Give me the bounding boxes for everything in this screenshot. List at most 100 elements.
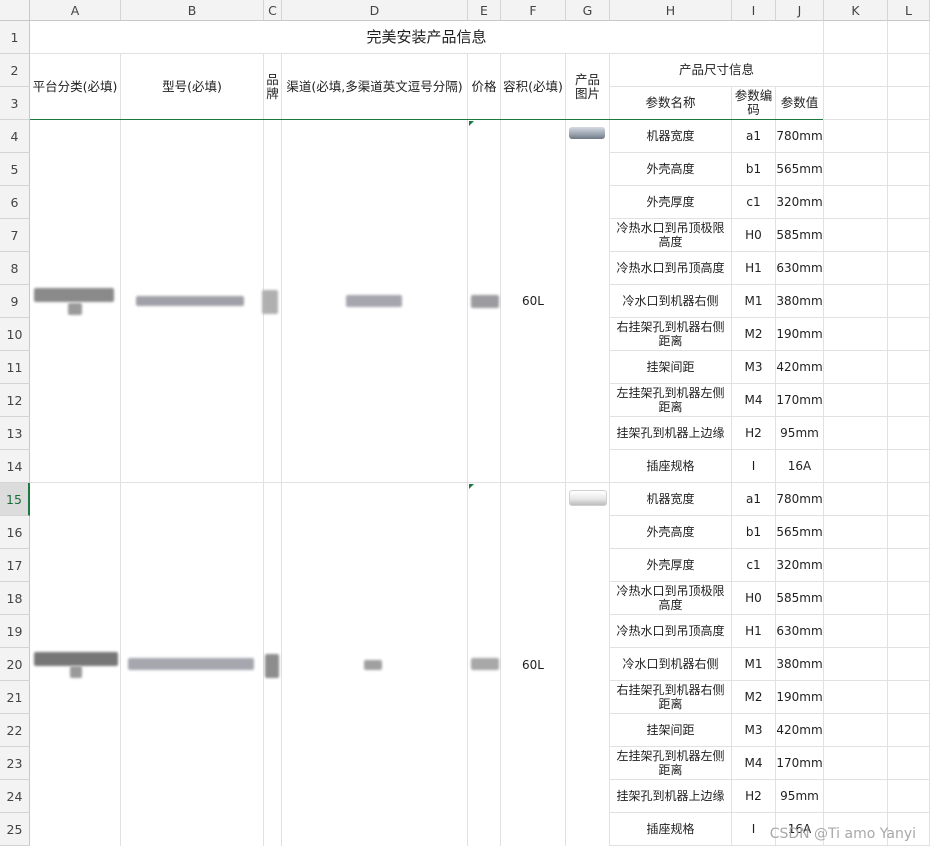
empty-cell[interactable] (824, 516, 888, 549)
header-volume[interactable]: 容积(必填) (501, 54, 566, 120)
row-header-22[interactable]: 22 (0, 714, 30, 747)
cell-k3[interactable] (824, 87, 888, 120)
param-code-cell[interactable]: H0 (732, 219, 776, 252)
row-header-14[interactable]: 14 (0, 450, 30, 483)
header-brand[interactable]: 品牌 (264, 54, 282, 120)
row-header-9[interactable]: 9 (0, 285, 30, 318)
cell-volume-1[interactable]: 60L (501, 120, 566, 483)
row-header-24[interactable]: 24 (0, 780, 30, 813)
param-value-cell[interactable]: 170mm (776, 747, 824, 780)
empty-cell[interactable] (824, 780, 888, 813)
empty-cell[interactable] (888, 483, 930, 516)
empty-cell[interactable] (824, 483, 888, 516)
param-code-cell[interactable]: H1 (732, 615, 776, 648)
empty-cell[interactable] (888, 582, 930, 615)
cell-k1[interactable] (824, 21, 888, 54)
empty-cell[interactable] (824, 285, 888, 318)
param-value-cell[interactable]: 630mm (776, 252, 824, 285)
empty-cell[interactable] (888, 747, 930, 780)
row-header-23[interactable]: 23 (0, 747, 30, 780)
cell-image-1[interactable] (566, 120, 610, 483)
row-header-20[interactable]: 20 (0, 648, 30, 681)
empty-cell[interactable] (824, 747, 888, 780)
param-code-cell[interactable]: M2 (732, 681, 776, 714)
column-header-b[interactable]: B (121, 0, 264, 21)
param-code-cell[interactable]: H1 (732, 252, 776, 285)
empty-cell[interactable] (888, 549, 930, 582)
param-name-cell[interactable]: 挂架间距 (610, 351, 732, 384)
param-name-cell[interactable]: 机器宽度 (610, 120, 732, 153)
row-header-1[interactable]: 1 (0, 21, 30, 54)
column-header-i[interactable]: I (732, 0, 776, 21)
header-param-code[interactable]: 参数编码 (732, 87, 776, 120)
param-name-cell[interactable]: 插座规格 (610, 450, 732, 483)
param-code-cell[interactable]: M4 (732, 747, 776, 780)
param-code-cell[interactable]: I (732, 450, 776, 483)
row-header-19[interactable]: 19 (0, 615, 30, 648)
empty-cell[interactable] (888, 153, 930, 186)
select-all-corner[interactable] (0, 0, 30, 21)
column-header-g[interactable]: G (566, 0, 610, 21)
row-header-13[interactable]: 13 (0, 417, 30, 450)
empty-cell[interactable] (888, 351, 930, 384)
param-code-cell[interactable]: M4 (732, 384, 776, 417)
param-name-cell[interactable]: 左挂架孔到机器左侧距离 (610, 747, 732, 780)
cell-k2[interactable] (824, 54, 888, 87)
param-name-cell[interactable]: 外壳厚度 (610, 186, 732, 219)
product-thumbnail-1[interactable] (569, 127, 605, 139)
cell-l1[interactable] (888, 21, 930, 54)
empty-cell[interactable] (824, 186, 888, 219)
column-header-l[interactable]: L (888, 0, 930, 21)
row-header-18[interactable]: 18 (0, 582, 30, 615)
empty-cell[interactable] (824, 351, 888, 384)
param-name-cell[interactable]: 外壳高度 (610, 153, 732, 186)
row-header-10[interactable]: 10 (0, 318, 30, 351)
empty-cell[interactable] (824, 549, 888, 582)
empty-cell[interactable] (824, 384, 888, 417)
empty-cell[interactable] (824, 681, 888, 714)
empty-cell[interactable] (824, 714, 888, 747)
param-code-cell[interactable]: a1 (732, 483, 776, 516)
empty-cell[interactable] (824, 120, 888, 153)
param-code-cell[interactable]: M3 (732, 714, 776, 747)
param-code-cell[interactable]: b1 (732, 516, 776, 549)
column-header-h[interactable]: H (610, 0, 732, 21)
empty-cell[interactable] (824, 318, 888, 351)
param-code-cell[interactable]: M2 (732, 318, 776, 351)
empty-cell[interactable] (888, 450, 930, 483)
param-value-cell[interactable]: 380mm (776, 648, 824, 681)
empty-cell[interactable] (888, 681, 930, 714)
param-value-cell[interactable]: 585mm (776, 219, 824, 252)
param-value-cell[interactable]: 170mm (776, 384, 824, 417)
param-value-cell[interactable]: 780mm (776, 120, 824, 153)
row-header-21[interactable]: 21 (0, 681, 30, 714)
param-value-cell[interactable]: 320mm (776, 549, 824, 582)
empty-cell[interactable] (888, 714, 930, 747)
empty-cell[interactable] (888, 318, 930, 351)
param-name-cell[interactable]: 外壳厚度 (610, 549, 732, 582)
header-size-info[interactable]: 产品尺寸信息 (610, 54, 824, 87)
param-value-cell[interactable]: 95mm (776, 417, 824, 450)
param-name-cell[interactable]: 冷水口到机器右侧 (610, 648, 732, 681)
param-name-cell[interactable]: 外壳高度 (610, 516, 732, 549)
empty-cell[interactable] (888, 417, 930, 450)
empty-cell[interactable] (888, 615, 930, 648)
row-header-15[interactable]: 15 (0, 483, 30, 516)
param-value-cell[interactable]: 780mm (776, 483, 824, 516)
product-thumbnail-2[interactable] (569, 490, 607, 506)
row-header-8[interactable]: 8 (0, 252, 30, 285)
empty-cell[interactable] (888, 186, 930, 219)
param-name-cell[interactable]: 冷热水口到吊顶极限高度 (610, 582, 732, 615)
sheet-title-cell[interactable]: 完美安装产品信息 (30, 21, 824, 54)
empty-cell[interactable] (888, 780, 930, 813)
row-header-12[interactable]: 12 (0, 384, 30, 417)
empty-cell[interactable] (824, 615, 888, 648)
column-header-a[interactable]: A (30, 0, 121, 21)
empty-cell[interactable] (888, 648, 930, 681)
param-value-cell[interactable]: 190mm (776, 681, 824, 714)
empty-cell[interactable] (824, 153, 888, 186)
empty-cell[interactable] (824, 417, 888, 450)
param-name-cell[interactable]: 右挂架孔到机器右侧距离 (610, 681, 732, 714)
param-name-cell[interactable]: 冷热水口到吊顶极限高度 (610, 219, 732, 252)
row-header-11[interactable]: 11 (0, 351, 30, 384)
